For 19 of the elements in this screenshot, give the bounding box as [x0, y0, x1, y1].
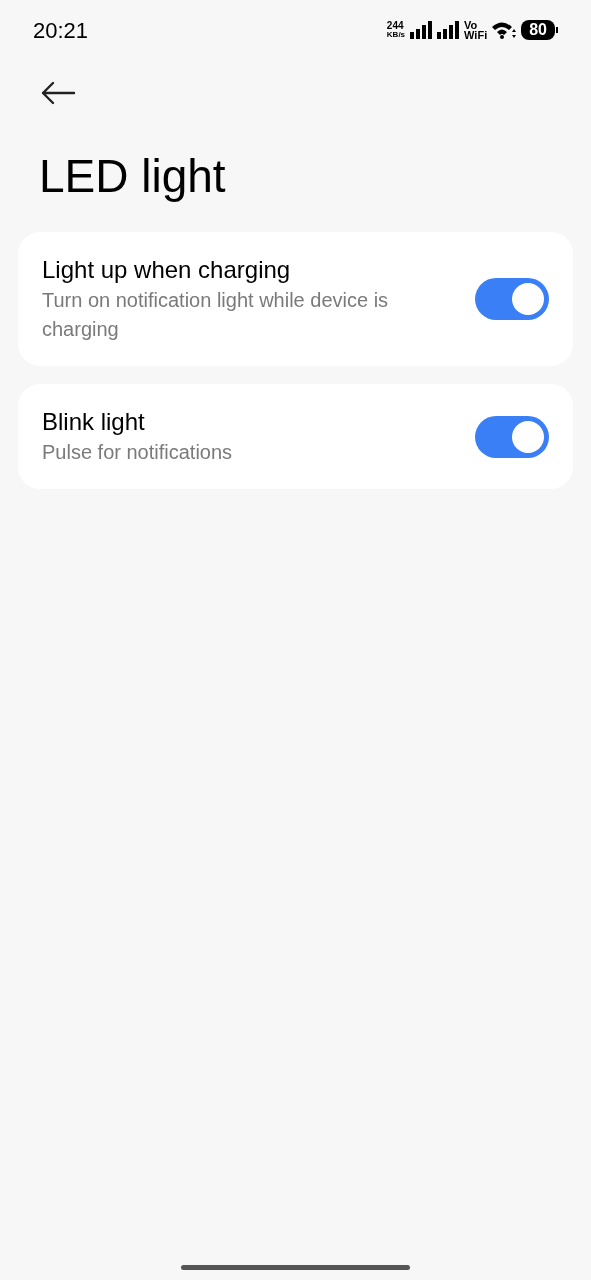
network-speed-unit: KB/s: [386, 30, 406, 39]
setting-description: Turn on notification light while device is charging: [42, 288, 390, 342]
battery-level: 80: [521, 20, 555, 40]
page-title: LED light: [39, 149, 227, 204]
status-time: 20:21: [33, 16, 89, 45]
vowifi-label: WiFi: [464, 30, 488, 40]
network-speed: 244: [386, 21, 405, 30]
setting-card[interactable]: Blink light Pulse for notifications: [18, 384, 573, 489]
setting-description: Pulse for notifications: [42, 440, 234, 465]
toggle-switch[interactable]: [475, 278, 549, 320]
wifi-icon: [492, 21, 517, 39]
setting-title: Light up when charging: [42, 255, 292, 285]
signal-icon: [437, 21, 460, 39]
toggle-switch[interactable]: [475, 415, 549, 458]
back-arrow-icon: [40, 81, 76, 105]
vowifi-label: Vo: [464, 20, 479, 30]
signal-icon: [410, 21, 433, 39]
setting-title: Blink light: [42, 407, 146, 437]
setting-card[interactable]: Light up when charging Turn on notification light while device is charging: [18, 232, 573, 366]
